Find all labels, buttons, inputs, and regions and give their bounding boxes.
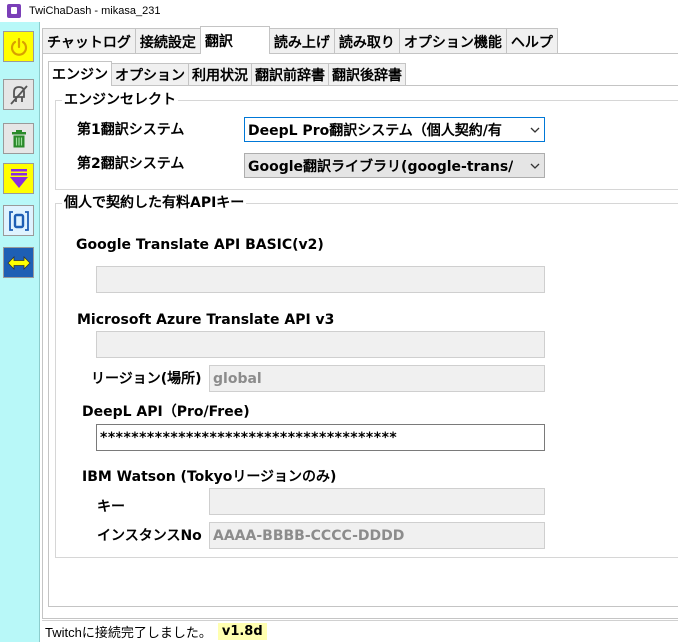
second-engine-label: 第2翻訳システム bbox=[77, 156, 185, 172]
sub-tab-bar: エンジン オプション 利用状況 翻訳前辞書 翻訳後辞書 bbox=[48, 61, 406, 86]
disconnect-icon bbox=[9, 84, 28, 105]
google-api-key-field[interactable] bbox=[96, 266, 545, 293]
power-button[interactable] bbox=[3, 31, 34, 62]
tab-help[interactable]: ヘルプ bbox=[505, 28, 558, 54]
window-title: TwiChaDash - mikasa_231 bbox=[29, 5, 161, 17]
scroll-down-button[interactable] bbox=[3, 163, 34, 194]
first-engine-select[interactable]: DeepL Pro翻訳システム（個人契約/有 bbox=[244, 117, 545, 142]
api-keys-legend: 個人で契約した有料APIキー bbox=[62, 195, 247, 211]
second-engine-select[interactable]: Google翻訳ライブラリ(google-trans/ bbox=[244, 153, 545, 178]
tab-option-features[interactable]: オプション機能 bbox=[398, 28, 507, 54]
azure-api-key-field[interactable] bbox=[96, 331, 545, 358]
tab-options[interactable]: オプション bbox=[111, 63, 189, 86]
first-engine-label: 第1翻訳システム bbox=[77, 122, 185, 138]
status-bar: Twitchに接続完了しました。 v1.8d bbox=[42, 620, 678, 642]
title-bar: TwiChaDash - mikasa_231 bbox=[0, 0, 678, 22]
ibm-key-field[interactable] bbox=[209, 488, 545, 515]
deepl-api-label: DeepL API（Pro/Free) bbox=[82, 404, 250, 420]
chevron-down-icon bbox=[530, 163, 540, 169]
main-tab-bar: チャットログ 接続設定 翻訳 読み上げ 読み取り オプション機能 ヘルプ bbox=[42, 26, 558, 54]
sidebar bbox=[0, 22, 40, 642]
tab-pre-dictionary[interactable]: 翻訳前辞書 bbox=[251, 63, 329, 86]
tab-chat-log[interactable]: チャットログ bbox=[42, 28, 136, 54]
trash-icon bbox=[11, 129, 26, 147]
bracket-zero-icon bbox=[8, 210, 29, 231]
tab-reading[interactable]: 読み取り bbox=[333, 28, 400, 54]
swap-arrows-icon bbox=[6, 255, 31, 270]
deepl-api-key-field[interactable]: ************************************** bbox=[96, 424, 545, 451]
region-field[interactable]: global bbox=[209, 365, 545, 392]
ibm-key-label: キー bbox=[97, 499, 125, 515]
down-arrow-icon bbox=[9, 168, 28, 188]
tab-engine[interactable]: エンジン bbox=[48, 61, 112, 86]
tab-read-aloud[interactable]: 読み上げ bbox=[268, 28, 335, 54]
version-badge: v1.8d bbox=[217, 623, 267, 640]
region-label: リージョン(場所) bbox=[91, 371, 202, 387]
tab-post-dictionary[interactable]: 翻訳後辞書 bbox=[328, 63, 406, 86]
google-api-label: Google Translate API BASIC(v2) bbox=[76, 237, 324, 253]
ibm-watson-label: IBM Watson (Tokyoリージョンのみ) bbox=[82, 469, 337, 485]
ibm-instance-field[interactable]: AAAA-BBBB-CCCC-DDDD bbox=[209, 522, 545, 549]
engine-select-legend: エンジンセレクト bbox=[62, 92, 178, 108]
clear-log-button[interactable] bbox=[3, 123, 34, 154]
tab-translation[interactable]: 翻訳 bbox=[199, 26, 270, 54]
second-engine-value: Google翻訳ライブラリ(google-trans/ bbox=[248, 158, 514, 175]
swap-button[interactable] bbox=[3, 247, 34, 278]
disconnect-button[interactable] bbox=[3, 79, 34, 110]
chevron-down-icon bbox=[530, 127, 540, 133]
app-icon bbox=[7, 4, 21, 18]
power-icon bbox=[10, 37, 27, 56]
reset-count-button[interactable] bbox=[3, 205, 34, 236]
first-engine-value: DeepL Pro翻訳システム（個人契約/有 bbox=[248, 122, 502, 139]
azure-api-label: Microsoft Azure Translate API v3 bbox=[77, 312, 335, 328]
tab-connection-settings[interactable]: 接続設定 bbox=[134, 28, 201, 54]
ibm-instance-label: インスタンスNo bbox=[97, 528, 202, 544]
tab-usage[interactable]: 利用状況 bbox=[188, 63, 252, 86]
status-message: Twitchに接続完了しました。 bbox=[45, 625, 212, 640]
